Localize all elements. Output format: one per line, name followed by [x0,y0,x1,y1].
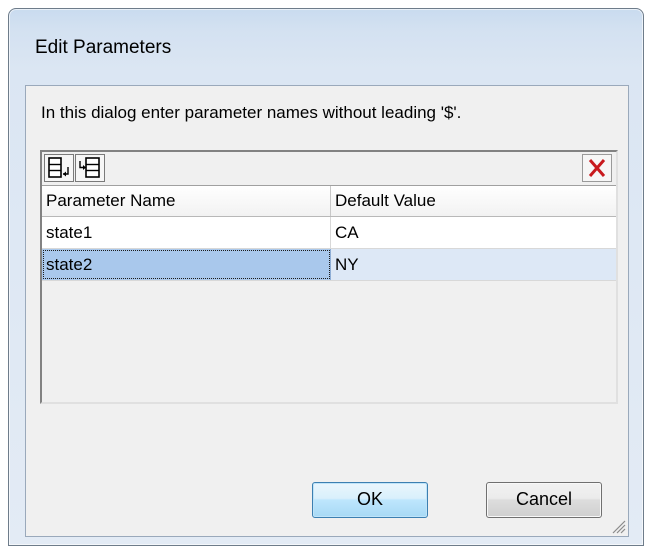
delete-x-icon [588,159,606,177]
table-row[interactable]: state1 CA [42,217,616,249]
default-value-cell[interactable]: NY [331,249,616,280]
column-header-default-value[interactable]: Default Value [331,186,616,216]
delete-row-button[interactable] [582,154,612,182]
column-header-parameter-name[interactable]: Parameter Name [42,186,331,216]
parameters-grid: Parameter Name Default Value state1 CA s… [40,150,618,404]
instruction-text: In this dialog enter parameter names wit… [41,103,462,122]
default-value-cell[interactable]: CA [331,217,616,248]
append-row-button[interactable] [44,154,74,182]
append-row-icon [48,157,69,178]
dialog-client-area: In this dialog enter parameter names wit… [25,85,629,537]
grid-toolbar [42,152,616,186]
cancel-button[interactable]: Cancel [486,482,602,518]
parameter-name-cell[interactable]: state1 [42,217,331,248]
edit-parameters-dialog: Edit Parameters In this dialog enter par… [8,8,644,546]
dialog-title: Edit Parameters [35,37,172,58]
ok-button[interactable]: OK [312,482,428,518]
table-row-selected[interactable]: state2 NY [42,249,616,281]
resize-grip-icon[interactable] [608,516,626,534]
insert-row-button[interactable] [75,154,105,182]
parameter-name-cell-active[interactable]: state2 [42,249,331,280]
grid-header: Parameter Name Default Value [42,186,616,217]
insert-row-icon [79,157,100,178]
